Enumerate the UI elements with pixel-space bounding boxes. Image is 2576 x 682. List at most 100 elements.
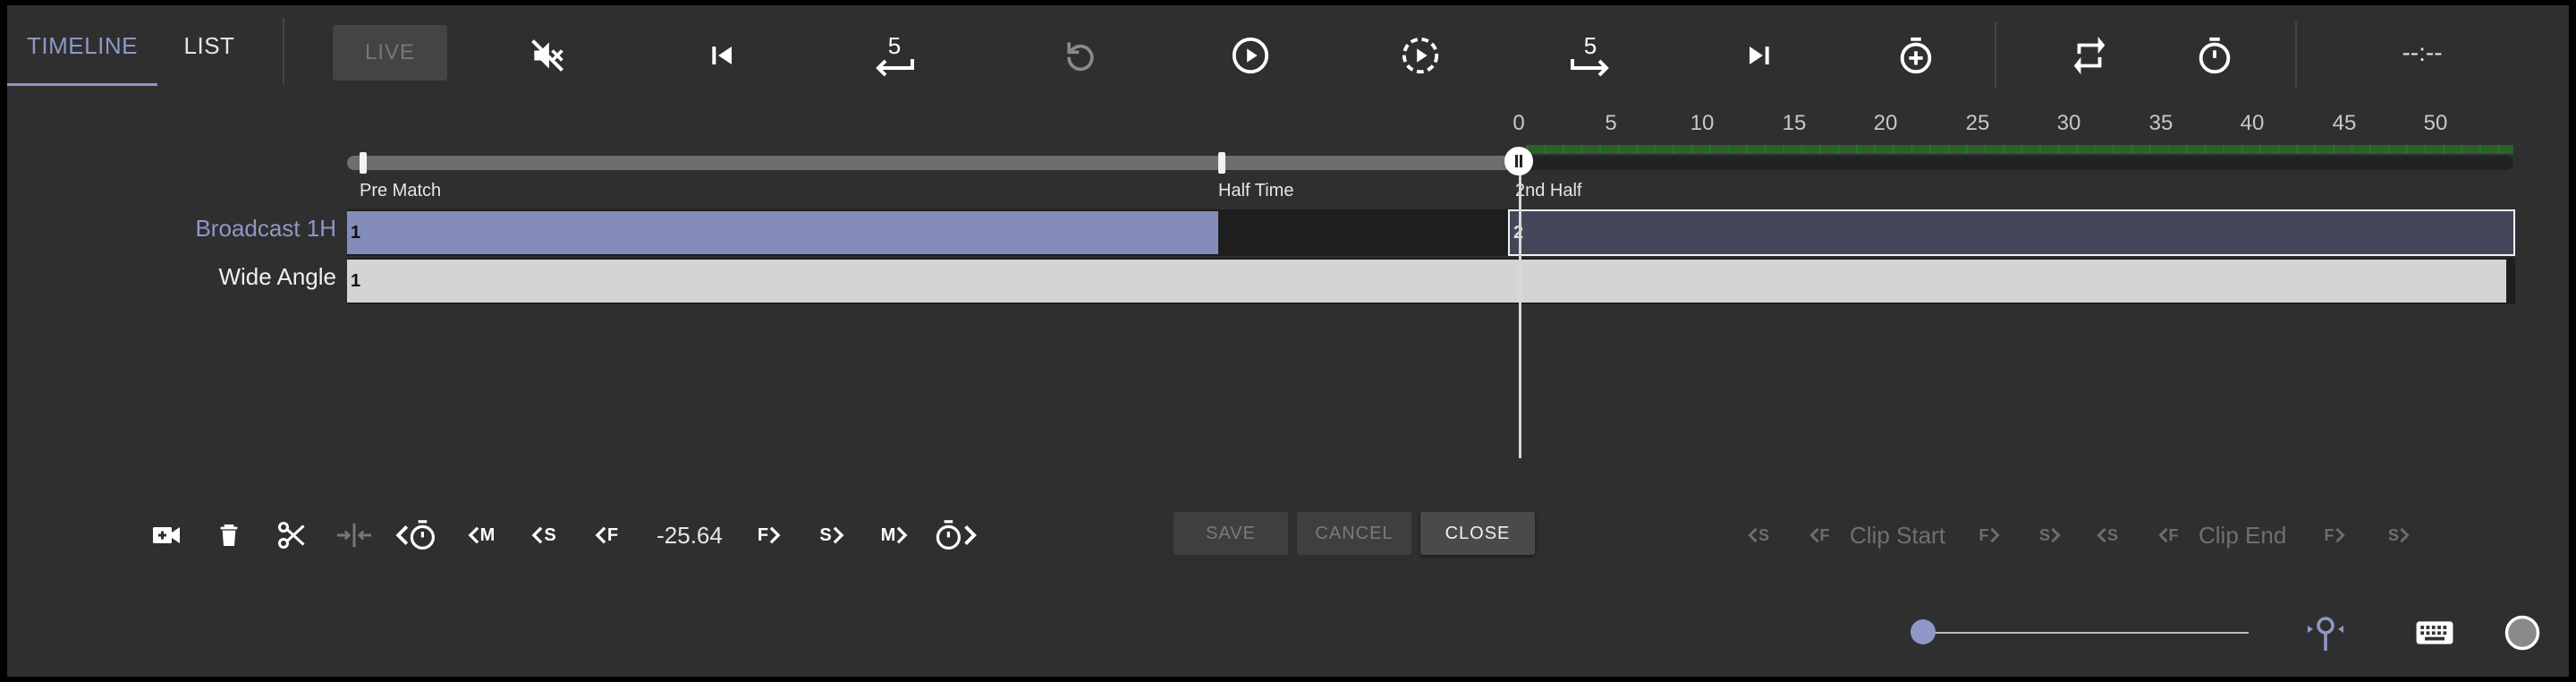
cancel-button[interactable]: CANCEL: [1297, 512, 1411, 555]
tab-list[interactable]: LIST: [165, 5, 254, 86]
ruler-tick-label: 45: [2332, 111, 2357, 135]
ruler-tick-label: 5: [1605, 111, 1617, 135]
clip-end-back-second-button[interactable]: S: [2088, 516, 2127, 555]
clip-end-forward-frame-button[interactable]: F: [2315, 516, 2354, 555]
timer-button[interactable]: [2188, 29, 2241, 82]
skip-to-end-icon: [1741, 38, 1776, 73]
skip-to-end-button[interactable]: [1732, 29, 1785, 82]
play-button[interactable]: [1224, 29, 1277, 82]
chevron-right-icon: M: [881, 525, 909, 546]
clip-end-forward-second-button[interactable]: S: [2379, 516, 2419, 555]
step-unit-label: F: [1979, 525, 1989, 544]
step-unit-label: S: [1758, 525, 1769, 544]
mute-button[interactable]: [521, 29, 574, 82]
ruler-tick-label: 35: [2148, 111, 2174, 135]
step-forward-minute-button[interactable]: M: [871, 512, 918, 558]
marker-label: 2nd Half: [1515, 181, 1582, 200]
toolbar-divider-3: [2295, 21, 2297, 88]
ruler-tick-label: 15: [1782, 111, 1807, 135]
skip-back-button[interactable]: 5: [868, 29, 921, 82]
ruler-tick-label: 0: [1513, 111, 1525, 135]
clock-display: --:--: [2402, 38, 2443, 66]
live-button[interactable]: LIVE: [333, 25, 447, 81]
close-button[interactable]: CLOSE: [1420, 512, 1535, 555]
add-clip-button[interactable]: [143, 512, 190, 558]
tab-timeline[interactable]: TIMELINE: [7, 5, 157, 86]
step-back-second-button[interactable]: S: [521, 512, 567, 558]
step-unit-label: F: [606, 524, 619, 545]
stopwatch-chevron-right-icon: [936, 517, 979, 553]
clip-segment[interactable]: 1: [347, 211, 1218, 254]
ruler-tick-label: 20: [1873, 111, 1898, 135]
ruler-tick-label: 10: [1690, 111, 1715, 135]
chevron-right-icon: F: [758, 525, 781, 546]
zoom-slider-track[interactable]: [1923, 632, 2249, 634]
chevron-right-icon: F: [2325, 526, 2345, 545]
timeline-panel: TIMELINE LIST LIVE 5 5 --:-- 0 5 10 15 2…: [7, 5, 2569, 677]
step-back-minute-button[interactable]: M: [458, 512, 504, 558]
loop-button[interactable]: [2063, 29, 2116, 82]
delete-button[interactable]: [206, 512, 252, 558]
clip-end-label: Clip End: [2199, 521, 2287, 549]
merge-icon: [335, 519, 374, 551]
step-back-frame-button[interactable]: F: [583, 512, 630, 558]
merge-button[interactable]: [331, 512, 377, 558]
chevron-stopwatch-left-icon: [395, 517, 438, 553]
jump-to-timer-forward-button[interactable]: [934, 512, 980, 558]
step-unit-label: F: [757, 524, 769, 545]
clip-segment[interactable]: 1: [347, 260, 2506, 303]
zoom-slider-thumb[interactable]: [1911, 619, 1936, 644]
chevron-left-icon: F: [2157, 526, 2179, 545]
step-unit-label: M: [880, 524, 896, 545]
scissors-icon: [275, 519, 308, 551]
clip-start-back-second-button[interactable]: S: [1739, 516, 1778, 555]
slow-play-icon: [1400, 35, 1441, 76]
marker-label: Pre Match: [360, 181, 442, 200]
replay-button[interactable]: [1054, 29, 1107, 82]
track-label-broadcast[interactable]: Broadcast 1H: [68, 215, 336, 243]
clip-end-back-frame-button[interactable]: F: [2148, 516, 2188, 555]
replay-icon: [1061, 36, 1100, 75]
offset-value: -25.64: [657, 521, 723, 549]
center-playhead-button[interactable]: [2299, 610, 2352, 655]
chevron-left-icon: S: [1748, 526, 1769, 545]
clip-start-forward-second-button[interactable]: S: [2030, 516, 2070, 555]
track-label-wide-angle[interactable]: Wide Angle: [68, 263, 336, 291]
status-indicator-button[interactable]: [2496, 610, 2549, 655]
chevron-right-icon: S: [819, 524, 844, 546]
slow-play-button[interactable]: [1394, 29, 1447, 82]
period-marker-pre-match[interactable]: [360, 152, 367, 174]
step-unit-label: S: [544, 524, 556, 545]
jump-to-timer-back-button[interactable]: [394, 512, 440, 558]
chevron-left-icon: S: [2097, 526, 2118, 545]
chevron-left-icon: M: [468, 525, 495, 546]
save-button[interactable]: SAVE: [1174, 512, 1288, 555]
step-forward-frame-button[interactable]: F: [746, 512, 792, 558]
cut-button[interactable]: [268, 512, 315, 558]
keyboard-shortcuts-button[interactable]: [2408, 610, 2462, 655]
marker-label: Half Time: [1218, 181, 1294, 200]
step-forward-second-button[interactable]: S: [809, 512, 855, 558]
recorded-range-strip: [1526, 145, 2513, 154]
locate-playhead-icon: [2304, 611, 2347, 654]
trash-icon: [215, 521, 243, 550]
rewind-5-icon: 5: [869, 30, 919, 81]
playhead-handle[interactable]: [1504, 147, 1533, 175]
volume-off-icon: [528, 36, 567, 75]
skip-forward-button[interactable]: 5: [1563, 29, 1617, 82]
skip-to-start-button[interactable]: [696, 29, 750, 82]
add-timer-button[interactable]: [1889, 29, 1943, 82]
scrub-track[interactable]: [347, 156, 1519, 170]
clip-start-forward-frame-button[interactable]: F: [1970, 516, 2009, 555]
chevron-right-icon: S: [2388, 526, 2410, 545]
scrub-track-future[interactable]: [1519, 156, 2513, 170]
step-unit-label: S: [2038, 525, 2050, 544]
tab-list-label: LIST: [183, 31, 235, 59]
tab-active-underline: [7, 83, 157, 86]
clip-start-back-frame-button[interactable]: F: [1800, 516, 1839, 555]
keyboard-icon: [2415, 619, 2454, 646]
step-unit-label: S: [819, 524, 832, 545]
period-marker-half-time[interactable]: [1218, 152, 1225, 174]
clip-segment[interactable]: 2: [1508, 209, 2515, 256]
video-add-icon: [150, 519, 182, 551]
